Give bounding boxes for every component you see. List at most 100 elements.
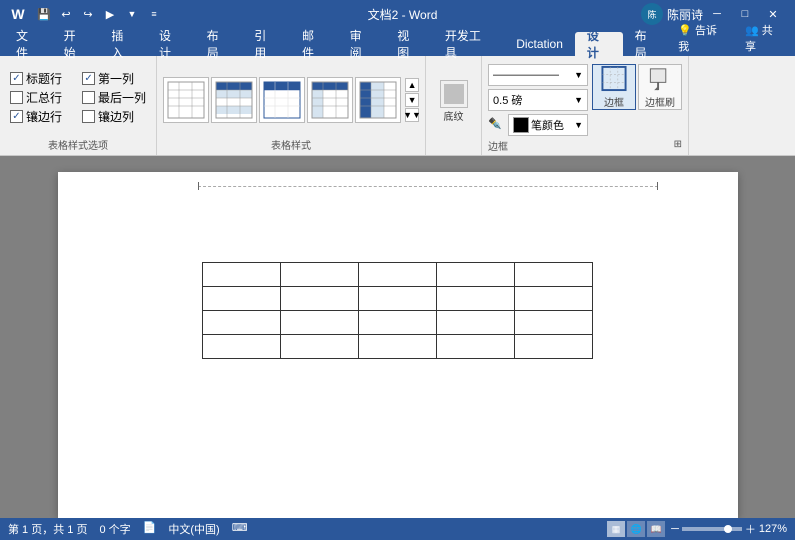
shading-label: 底纹 bbox=[444, 108, 464, 123]
tab-design[interactable]: 设计 bbox=[147, 32, 195, 56]
cb-last-col[interactable]: 最后一列 bbox=[82, 89, 146, 106]
table-style-2[interactable] bbox=[211, 77, 257, 123]
cb-last-col-box[interactable] bbox=[82, 91, 95, 104]
tab-references[interactable]: 引用 bbox=[242, 32, 290, 56]
border-painter-btn[interactable]: 边框刷 bbox=[638, 64, 682, 110]
cb-first-col-box[interactable] bbox=[82, 72, 95, 85]
tab-table-design[interactable]: 设计 bbox=[575, 32, 623, 56]
share-btn[interactable]: 👥 共享 bbox=[737, 20, 791, 56]
color-swatch bbox=[513, 117, 529, 133]
color-label: 笔颜色 bbox=[531, 117, 564, 133]
table-cell[interactable] bbox=[437, 263, 515, 287]
cb-banded-cols[interactable]: 镶边列 bbox=[82, 108, 146, 125]
table-cell[interactable] bbox=[203, 263, 281, 287]
tab-insert[interactable]: 插入 bbox=[99, 32, 147, 56]
cb-banded-cols-label: 镶边列 bbox=[98, 108, 134, 125]
cb-first-col[interactable]: 第一列 bbox=[82, 70, 146, 87]
cb-header-row[interactable]: 标题行 bbox=[10, 70, 74, 87]
table-cell[interactable] bbox=[437, 335, 515, 359]
scroll-down-btn[interactable]: ▼ bbox=[405, 93, 419, 107]
tab-file[interactable]: 文件 bbox=[4, 32, 52, 56]
shading-group: 底纹 bbox=[426, 56, 482, 155]
tab-home[interactable]: 开始 bbox=[52, 32, 100, 56]
tab-review[interactable]: 审阅 bbox=[338, 32, 386, 56]
table-styles-grid: ▲ ▼ ▼▼ bbox=[163, 77, 419, 123]
table-style-3[interactable] bbox=[259, 77, 305, 123]
table-cell[interactable] bbox=[359, 287, 437, 311]
read-view-btn[interactable]: 📖 bbox=[647, 521, 665, 537]
shading-group-dummy bbox=[432, 141, 475, 155]
cb-header-row-box[interactable] bbox=[10, 72, 23, 85]
table-cell[interactable] bbox=[359, 263, 437, 287]
tab-developer[interactable]: 开发工具 bbox=[433, 32, 504, 56]
table-cell[interactable] bbox=[515, 335, 593, 359]
border-group-label: 边框 bbox=[488, 138, 674, 156]
tab-view[interactable]: 视图 bbox=[385, 32, 433, 56]
tab-dictation[interactable]: Dictation bbox=[504, 32, 575, 56]
table-cell[interactable] bbox=[359, 311, 437, 335]
word-table[interactable] bbox=[202, 262, 593, 359]
document-scroll[interactable] bbox=[0, 156, 795, 518]
scroll-up-btn[interactable]: ▲ bbox=[405, 78, 419, 92]
table-cell[interactable] bbox=[281, 311, 359, 335]
more-btn[interactable]: ▼ bbox=[122, 4, 142, 24]
scroll-more-btn[interactable]: ▼▼ bbox=[405, 108, 419, 122]
play-btn[interactable]: ▶ bbox=[100, 4, 120, 24]
zoom-level: 127% bbox=[759, 523, 787, 535]
table-cell[interactable] bbox=[203, 287, 281, 311]
ribbon-tabs-right: 💡 告诉我 👥 共享 bbox=[670, 20, 795, 56]
border-color-dropdown[interactable]: 笔颜色 ▼ bbox=[508, 114, 588, 136]
tab-mailings[interactable]: 邮件 bbox=[290, 32, 338, 56]
border-controls: —————— ▼ 0.5 磅 ▼ ✒️ bbox=[488, 64, 588, 136]
cb-banded-rows-label: 镶边行 bbox=[26, 108, 62, 125]
table-cell[interactable] bbox=[281, 335, 359, 359]
border-thickness-dropdown[interactable]: 0.5 磅 ▼ bbox=[488, 89, 588, 111]
thickness-arrow: ▼ bbox=[574, 95, 583, 105]
cb-banded-cols-box[interactable] bbox=[82, 110, 95, 123]
table-styles-label: 表格样式 bbox=[163, 137, 419, 155]
table-style-5[interactable] bbox=[355, 77, 401, 123]
cb-total-row[interactable]: 汇总行 bbox=[10, 89, 74, 106]
print-view-btn[interactable]: ▦ bbox=[607, 521, 625, 537]
page-info: 第 1 页，共 1 页 bbox=[8, 521, 87, 537]
table-cell[interactable] bbox=[515, 311, 593, 335]
cb-total-row-box[interactable] bbox=[10, 91, 23, 104]
border-expand-btn[interactable]: ⊞ bbox=[674, 139, 682, 150]
web-view-btn[interactable]: 🌐 bbox=[627, 521, 645, 537]
user-icon[interactable]: 陈 bbox=[641, 3, 663, 25]
tell-me-btn[interactable]: 💡 告诉我 bbox=[670, 20, 735, 56]
table-cell[interactable] bbox=[281, 263, 359, 287]
zoom-slider[interactable] bbox=[682, 527, 742, 531]
table-style-1[interactable] bbox=[163, 77, 209, 123]
table-cell[interactable] bbox=[515, 263, 593, 287]
undo-btn[interactable]: ↩ bbox=[56, 4, 76, 24]
cb-total-row-label: 汇总行 bbox=[26, 89, 62, 106]
window-title: 文档2 - Word bbox=[164, 6, 641, 23]
shading-btn[interactable]: 底纹 bbox=[435, 78, 473, 125]
cb-banded-rows-box[interactable] bbox=[10, 110, 23, 123]
border-edges-btn[interactable]: 边框 bbox=[592, 64, 636, 110]
redo-btn[interactable]: ↪ bbox=[78, 4, 98, 24]
table-cell[interactable] bbox=[281, 287, 359, 311]
customize-btn[interactable]: ≡ bbox=[144, 4, 164, 24]
zoom-out-btn[interactable]: ─ bbox=[671, 523, 679, 535]
table-cell[interactable] bbox=[437, 311, 515, 335]
table-cell[interactable] bbox=[515, 287, 593, 311]
table-cell[interactable] bbox=[437, 287, 515, 311]
table-ruler-line bbox=[198, 186, 658, 187]
save-btn[interactable]: 💾 bbox=[34, 4, 54, 24]
ribbon-tabs: 文件 开始 插入 设计 布局 引用 邮件 审阅 视图 开发工具 Dictatio… bbox=[0, 28, 795, 56]
table-style-4[interactable] bbox=[307, 77, 353, 123]
border-group: —————— ▼ 0.5 磅 ▼ ✒️ bbox=[482, 56, 689, 155]
col-marker-right bbox=[657, 182, 658, 190]
tab-layout[interactable]: 布局 bbox=[195, 32, 243, 56]
cb-banded-rows[interactable]: 镶边行 bbox=[10, 108, 74, 125]
table-cell[interactable] bbox=[203, 335, 281, 359]
tab-table-layout[interactable]: 布局 bbox=[623, 32, 671, 56]
table-cell[interactable] bbox=[203, 311, 281, 335]
border-style-dropdown[interactable]: —————— ▼ bbox=[488, 64, 588, 86]
table-cell[interactable] bbox=[359, 335, 437, 359]
keyboard-icon: ⌨ bbox=[232, 521, 248, 537]
zoom-in-btn[interactable]: ＋ bbox=[745, 521, 756, 537]
zoom-thumb bbox=[724, 525, 732, 533]
